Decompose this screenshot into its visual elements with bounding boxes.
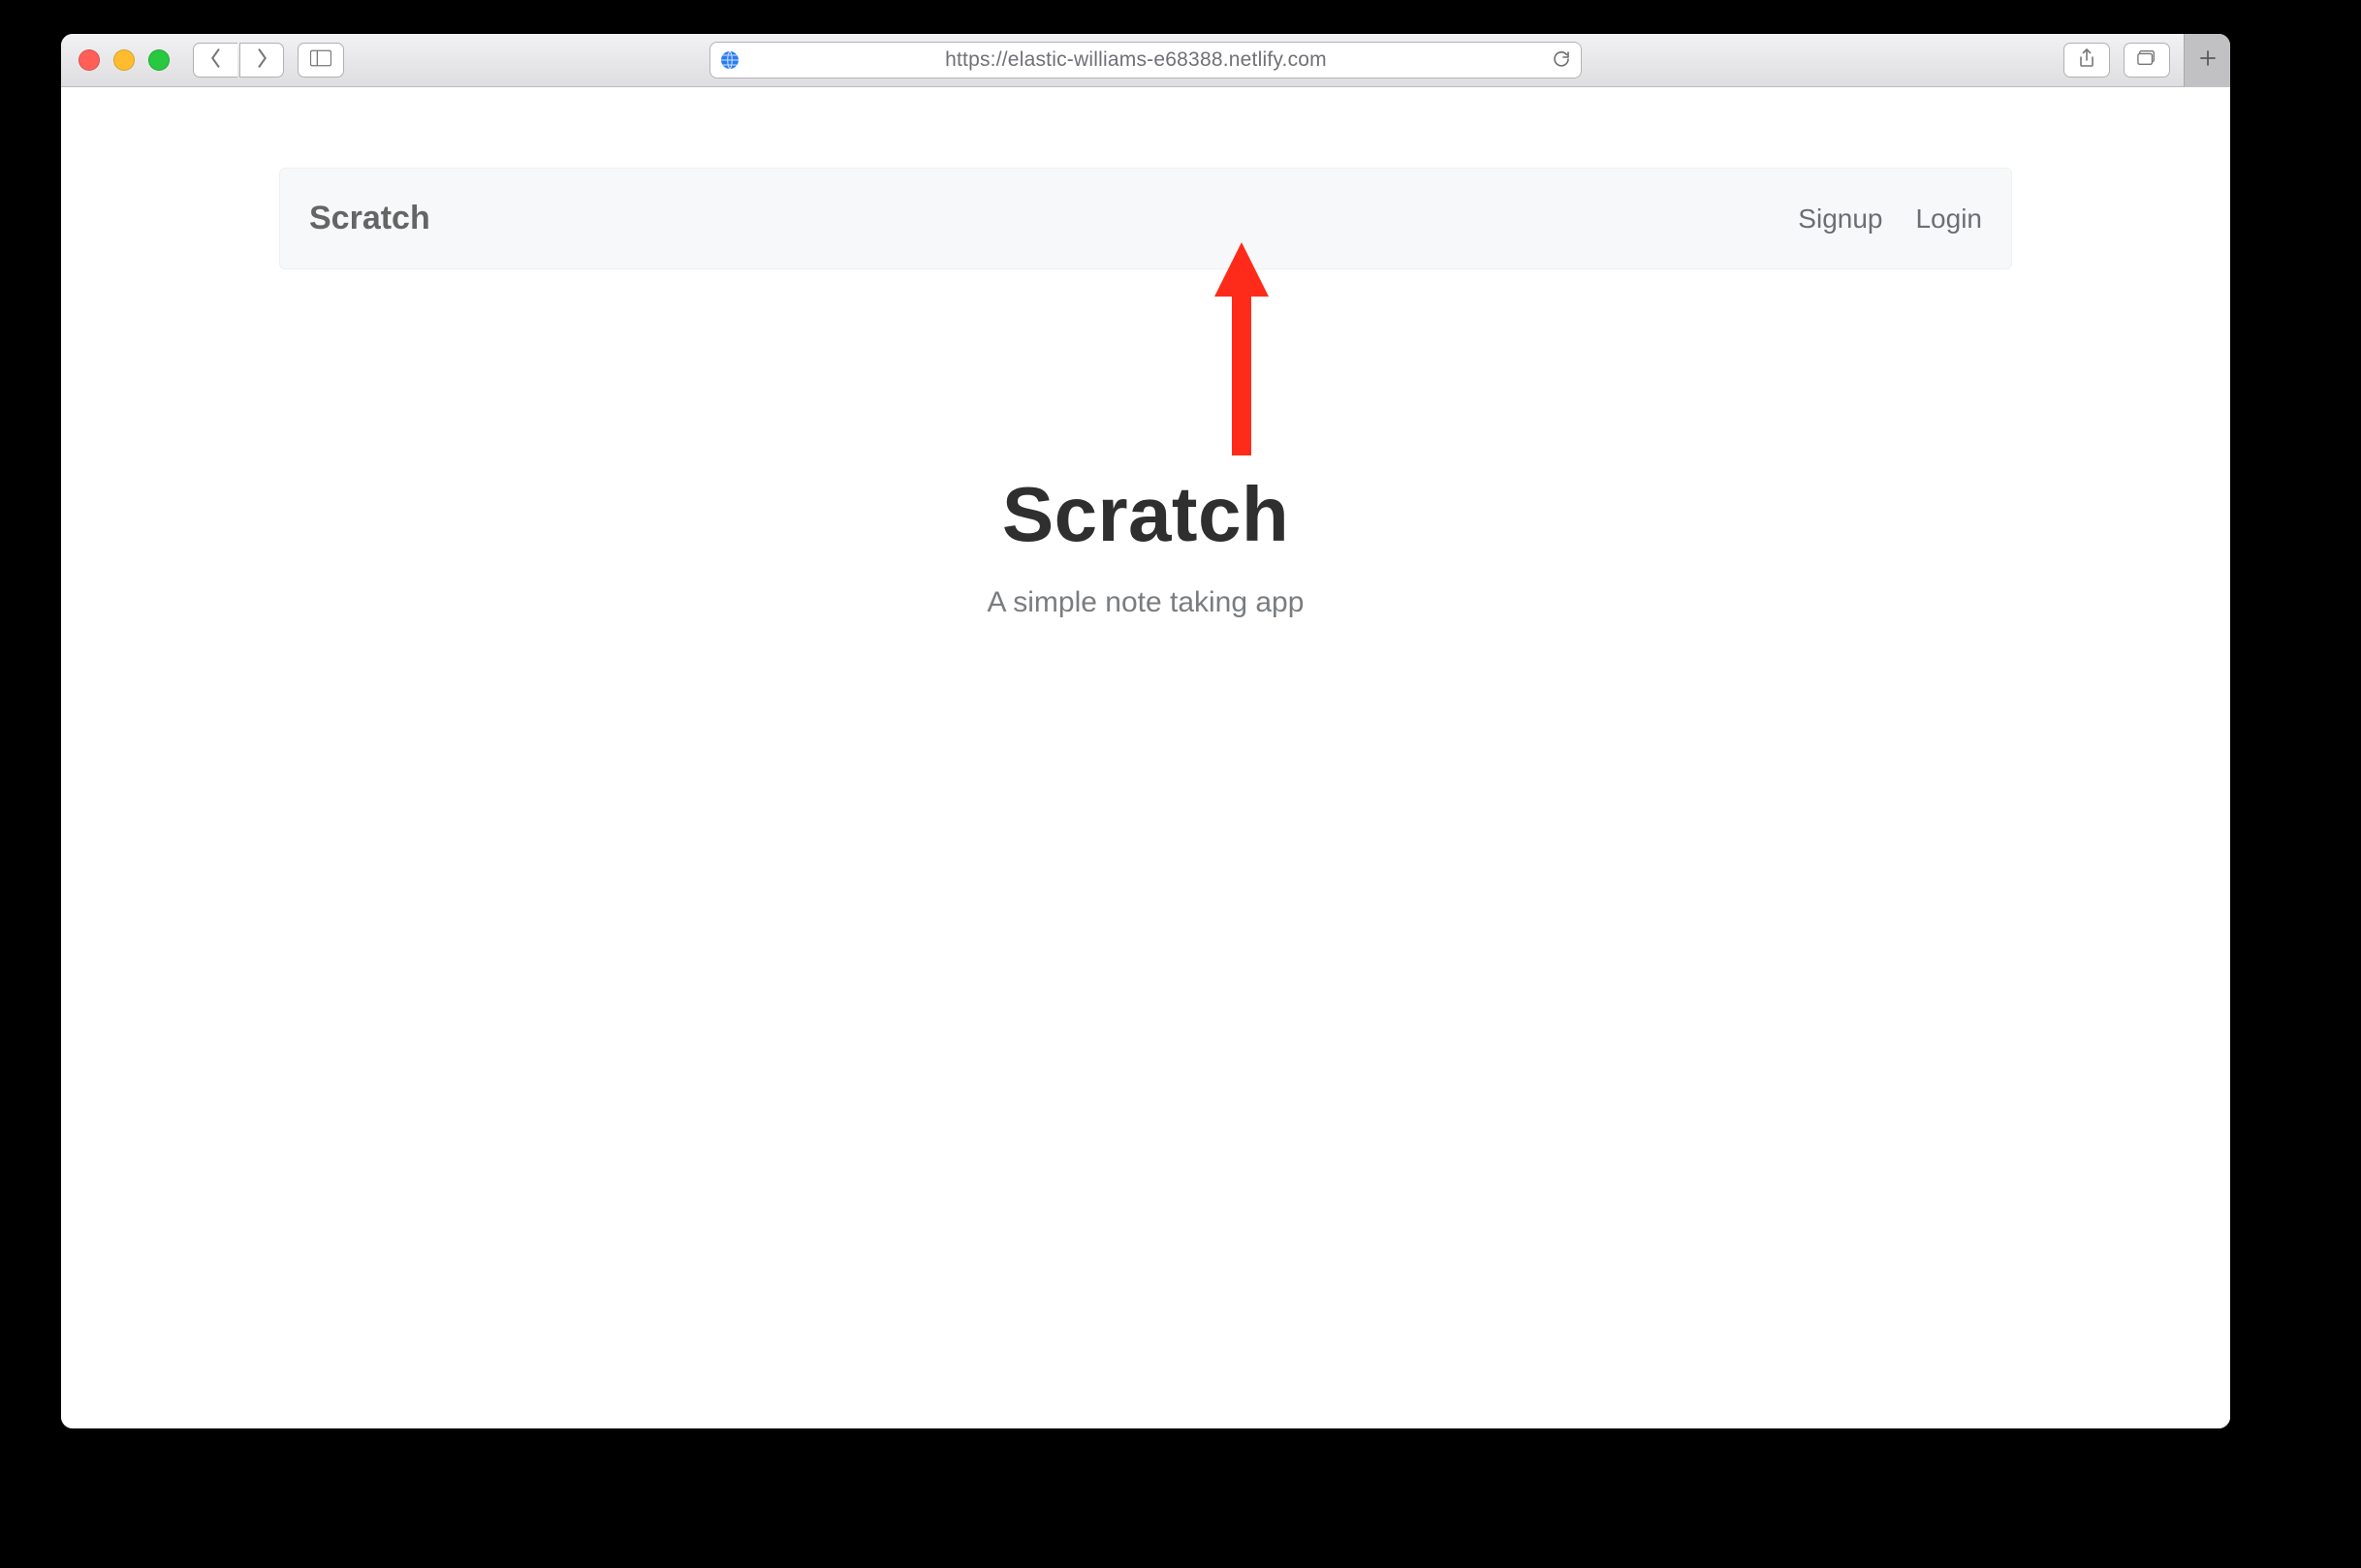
nav-buttons: [193, 43, 284, 78]
reload-button[interactable]: [1552, 48, 1571, 73]
signup-link[interactable]: Signup: [1798, 204, 1882, 235]
safari-window: https://elastic-williams-e68388.netlify.…: [61, 34, 2230, 1428]
chevron-left-icon: [209, 48, 223, 73]
minimize-window-button[interactable]: [113, 49, 135, 71]
app-nav: Scratch Signup Login: [279, 168, 2012, 269]
close-window-button[interactable]: [79, 49, 100, 71]
titlebar-right-controls: [2063, 34, 2217, 87]
sidebar-toggle-button[interactable]: [298, 43, 344, 78]
page-content: Scratch Signup Login Scratch A simple no…: [61, 87, 2230, 1428]
forward-button[interactable]: [239, 43, 284, 78]
titlebar: https://elastic-williams-e68388.netlify.…: [61, 34, 2230, 87]
hero-subtitle: A simple note taking app: [61, 586, 2230, 619]
back-button[interactable]: [193, 43, 237, 78]
new-tab-button[interactable]: [2184, 34, 2230, 87]
address-bar[interactable]: https://elastic-williams-e68388.netlify.…: [709, 42, 1582, 78]
sidebar-icon: [310, 49, 331, 72]
plus-icon: [2198, 48, 2218, 73]
traffic-lights: [79, 49, 170, 71]
share-button[interactable]: [2063, 43, 2110, 78]
hero: Scratch A simple note taking app: [61, 470, 2230, 619]
address-bar-text: https://elastic-williams-e68388.netlify.…: [720, 48, 1552, 72]
hero-title: Scratch: [61, 470, 2230, 559]
stage: https://elastic-williams-e68388.netlify.…: [0, 0, 2361, 1568]
brand-title[interactable]: Scratch: [309, 200, 430, 237]
nav-links: Signup Login: [1798, 204, 1982, 235]
login-link[interactable]: Login: [1915, 204, 1982, 235]
show-tabs-button[interactable]: [2124, 43, 2170, 78]
tabs-icon: [2137, 48, 2156, 73]
share-icon: [2077, 48, 2096, 73]
annotation-arrow: [1207, 242, 1276, 460]
reload-icon: [1552, 55, 1571, 72]
chevron-right-icon: [255, 48, 268, 73]
maximize-window-button[interactable]: [148, 49, 170, 71]
